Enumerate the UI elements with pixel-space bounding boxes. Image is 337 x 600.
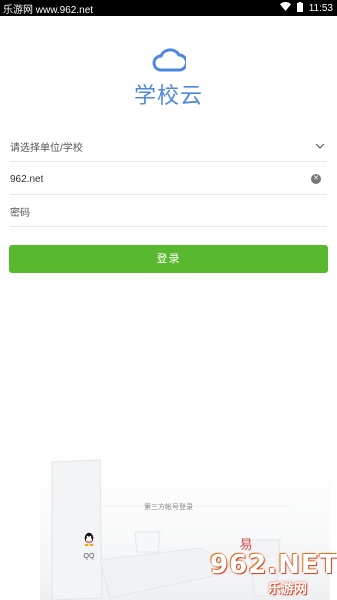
school-select-placeholder: 请选择单位/学校 <box>10 142 83 154</box>
qq-icon <box>83 532 95 550</box>
account-field[interactable]: 962.net ✕ <box>10 164 327 195</box>
status-time: 11:53 <box>308 2 333 14</box>
status-bar-text: 乐游网 www.962.net <box>3 4 94 16</box>
watermark: 962.NET 乐游网 <box>196 548 337 597</box>
cloud-icon <box>0 46 337 74</box>
chevron-down-icon <box>315 141 325 152</box>
clear-icon[interactable]: ✕ <box>311 174 321 184</box>
password-placeholder: 密码 <box>10 207 30 219</box>
watermark-sub: 乐游网 <box>268 582 308 597</box>
wifi-icon <box>279 2 291 14</box>
battery-icon <box>296 1 303 15</box>
qq-label: QQ <box>83 553 95 560</box>
password-field[interactable]: 密码 <box>10 196 327 227</box>
qq-login-button[interactable]: QQ <box>79 532 99 560</box>
app-logo: 学校云 <box>0 46 337 110</box>
account-value: 962.net <box>10 173 44 185</box>
status-bar: 乐游网 www.962.net 11:53 <box>0 0 337 16</box>
watermark-main: 962.NET <box>210 550 337 580</box>
app-name: 学校云 <box>133 84 203 109</box>
third-party-login-label: 第三方帐号登录 <box>144 504 193 511</box>
school-select[interactable]: 请选择单位/学校 <box>10 131 327 162</box>
login-button[interactable]: 登录 <box>9 245 328 273</box>
